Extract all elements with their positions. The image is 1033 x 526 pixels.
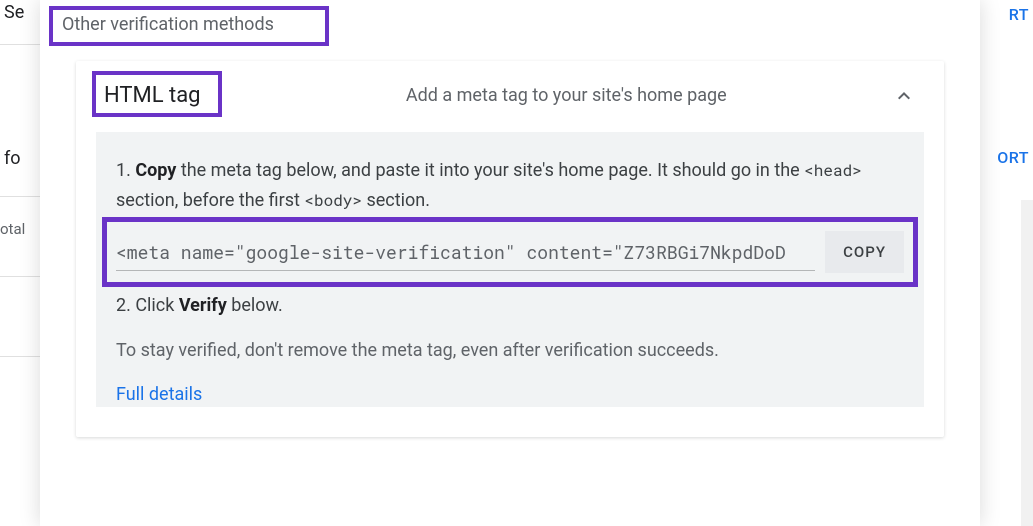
step-2-instruction: 2. Click Verify below. bbox=[116, 291, 904, 321]
background-left-strip: Se fo otal bbox=[0, 0, 40, 526]
html-tag-method-card: HTML tag Add a meta tag to your site's h… bbox=[76, 61, 944, 437]
bg-text-fragment: otal bbox=[0, 220, 25, 238]
bg-text-fragment: fo bbox=[4, 148, 21, 169]
scrollbar-track[interactable] bbox=[1021, 200, 1033, 526]
other-methods-label: Other verification methods bbox=[62, 14, 274, 35]
bg-link-fragment: RT bbox=[1009, 5, 1029, 24]
other-methods-header: Other verification methods bbox=[40, 0, 980, 61]
bg-link-fragment: ORT bbox=[997, 148, 1029, 167]
full-details-link[interactable]: Full details bbox=[116, 384, 202, 405]
meta-tag-row: COPY bbox=[116, 231, 904, 273]
method-body: 1. Copy the meta tag below, and paste it… bbox=[96, 132, 924, 407]
method-description: Add a meta tag to your site's home page bbox=[201, 85, 892, 106]
background-right-strip: RT ORT bbox=[983, 0, 1033, 526]
method-title: HTML tag bbox=[104, 83, 201, 108]
verification-note: To stay verified, don't remove the meta … bbox=[116, 337, 904, 364]
meta-tag-input[interactable] bbox=[116, 234, 815, 271]
method-header-row[interactable]: HTML tag Add a meta tag to your site's h… bbox=[76, 61, 944, 132]
step-1-instruction: 1. Copy the meta tag below, and paste it… bbox=[116, 156, 904, 215]
bg-text-fragment: Se bbox=[4, 2, 24, 23]
copy-button[interactable]: COPY bbox=[825, 231, 904, 273]
verification-modal: Other verification methods HTML tag Add … bbox=[40, 0, 980, 526]
chevron-up-icon[interactable] bbox=[892, 84, 916, 108]
